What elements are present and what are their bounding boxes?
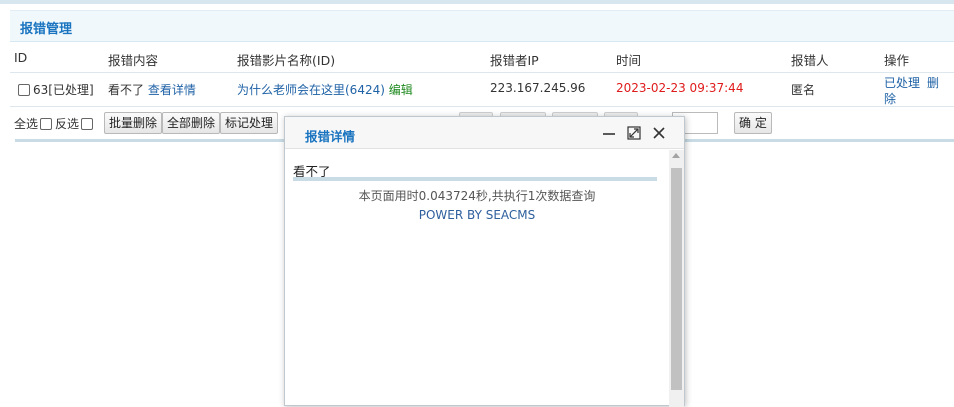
header-actions: 操作 <box>884 53 910 68</box>
delete-all-button[interactable]: 全部删除 <box>162 112 221 134</box>
dialog-scrollbar[interactable] <box>669 150 684 407</box>
dialog-header: 报错详情 <box>285 117 684 149</box>
message-divider <box>293 177 657 181</box>
header-id: ID <box>14 50 28 65</box>
header-movie: 报错影片名称(ID) <box>237 53 336 68</box>
maximize-icon[interactable] <box>626 125 642 141</box>
row-content-cell: 看不了 查看详情 <box>108 81 196 98</box>
row-content: 看不了 <box>108 83 145 97</box>
footer-power: POWER BY SEACMS <box>418 208 536 222</box>
invert-label: 反选 <box>55 117 80 131</box>
select-controls: 全选 反选 <box>14 115 96 132</box>
panel-header: 报错管理 <box>10 10 954 42</box>
row-status: [已处理] <box>48 83 94 97</box>
movie-link[interactable]: 为什么老师会在这里(6424) <box>237 83 385 97</box>
header-reporter: 报错人 <box>791 53 829 68</box>
select-all-label: 全选 <box>14 117 39 131</box>
row-time: 2023-02-23 09:37:44 <box>616 81 744 95</box>
header-content: 报错内容 <box>108 53 159 68</box>
confirm-button[interactable]: 确 定 <box>734 112 772 134</box>
close-icon[interactable] <box>651 125 667 141</box>
row-id: 63 <box>33 83 49 97</box>
view-details-link[interactable]: 查看详情 <box>148 83 196 97</box>
row-checkbox[interactable] <box>18 84 30 96</box>
report-details-dialog: 报错详情 看不了 本页面用时0.043724秒,共执行1次数据查询 POWER … <box>284 116 685 407</box>
processed-link[interactable]: 已处理 <box>884 74 920 91</box>
dialog-body: 看不了 本页面用时0.043724秒,共执行1次数据查询 POWER BY SE… <box>285 150 669 407</box>
row-divider <box>10 106 954 107</box>
minimize-icon[interactable] <box>601 125 617 141</box>
row-ip: 223.167.245.96 <box>490 81 586 95</box>
invert-checkbox[interactable] <box>81 118 94 130</box>
row-id-cell: 63[已处理] <box>18 81 94 98</box>
delete-link-wrap[interactable]: 除 <box>884 90 896 107</box>
footer-stats: 本页面用时0.043724秒,共执行1次数据查询 <box>358 189 596 203</box>
scroll-thumb[interactable] <box>671 168 682 390</box>
header-divider <box>10 72 954 73</box>
batch-delete-button[interactable]: 批量删除 <box>104 112 163 134</box>
dialog-title: 报错详情 <box>305 129 356 144</box>
row-movie-cell: 为什么老师会在这里(6424) 编辑 <box>237 81 413 98</box>
select-all-checkbox[interactable] <box>40 118 53 130</box>
scroll-up-arrow-icon[interactable] <box>672 153 680 158</box>
delete-link[interactable]: 删 <box>927 74 939 91</box>
page-title: 报错管理 <box>20 22 73 37</box>
row-reporter: 匿名 <box>791 83 816 97</box>
edit-link[interactable]: 编辑 <box>389 83 413 97</box>
header-time: 时间 <box>616 53 642 68</box>
mark-processed-button[interactable]: 标记处理 <box>220 112 279 134</box>
top-border <box>0 0 954 4</box>
header-ip: 报错者IP <box>490 53 539 68</box>
